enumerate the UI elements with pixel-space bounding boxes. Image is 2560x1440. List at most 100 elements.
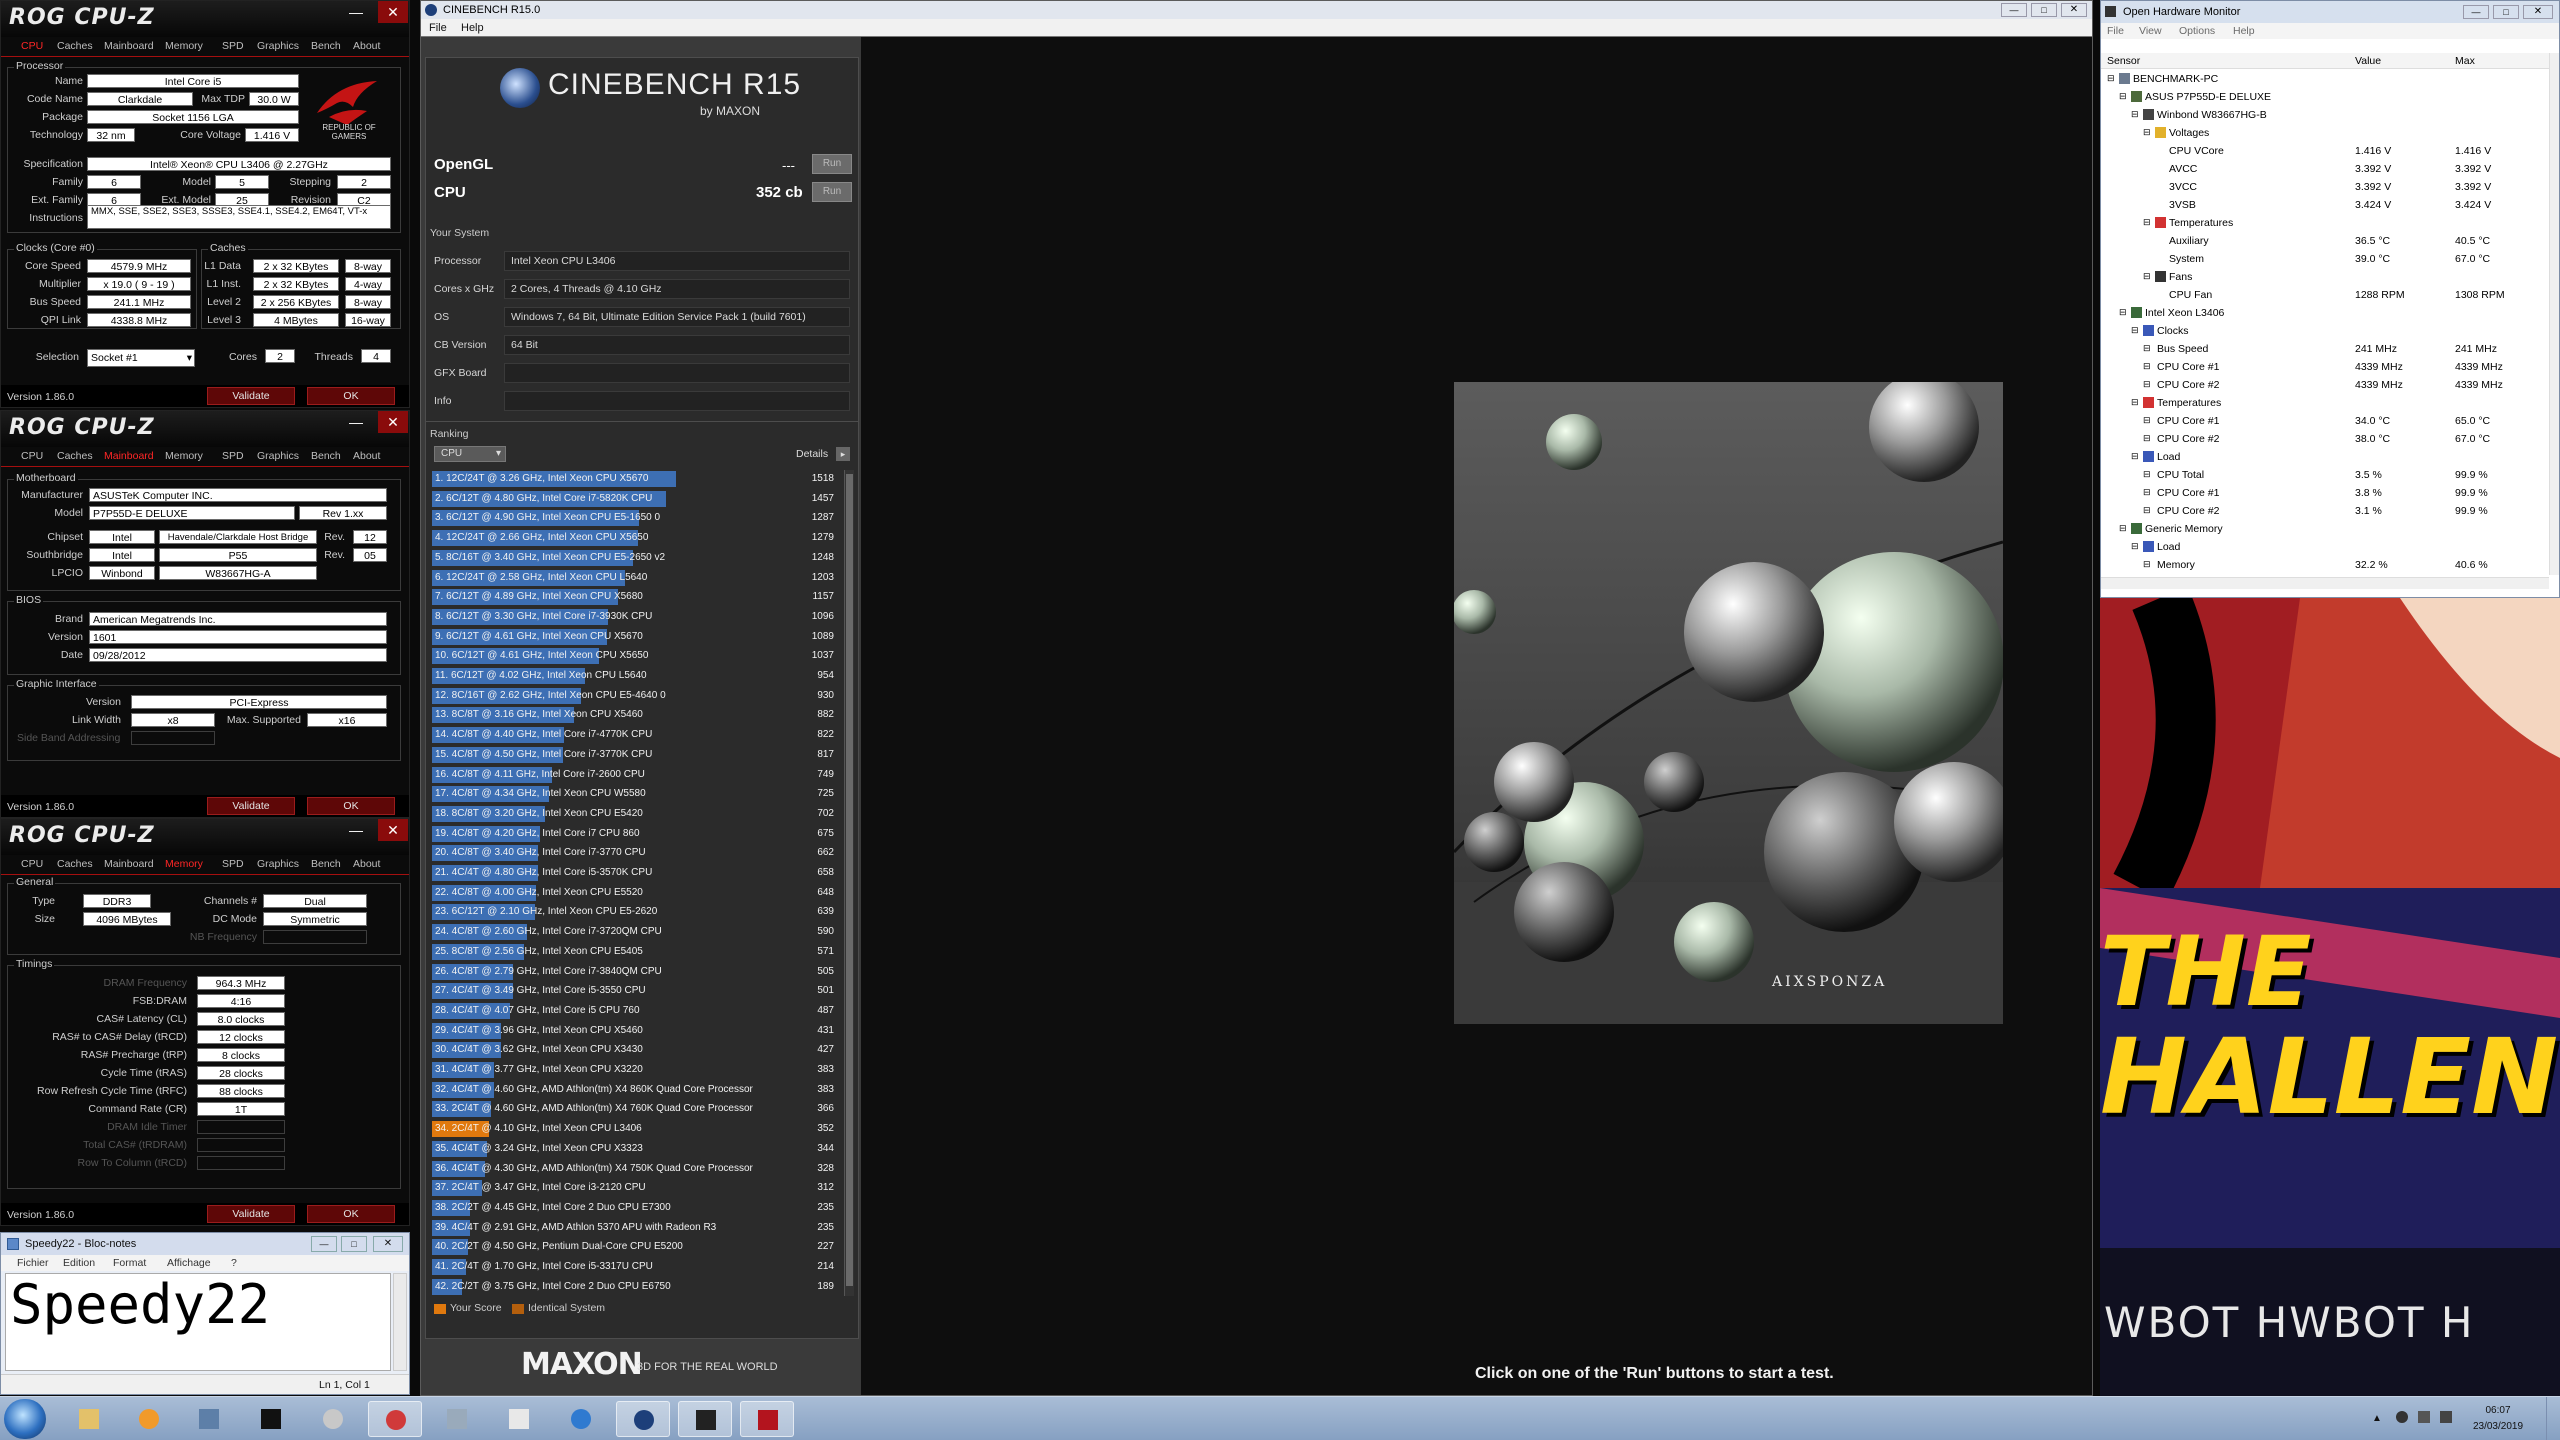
ranking-row[interactable]: 1. 12C/24T @ 3.26 GHz, Intel Xeon CPU X5… [432,470,838,488]
notepad-titlebar[interactable]: Speedy22 - Bloc-notes — □ ✕ [1,1233,409,1255]
ranking-row[interactable]: 12. 8C/16T @ 2.62 GHz, Intel Xeon CPU E5… [432,687,838,705]
collapse-toggle-icon[interactable]: ⊟ [2143,487,2151,498]
tab-mainboard[interactable]: Mainboard [104,858,154,870]
collapse-toggle-icon[interactable]: ⊟ [2143,433,2151,444]
tab-graphics[interactable]: Graphics [257,450,299,462]
tray-network-icon[interactable] [2396,1411,2408,1423]
taskbar-cpuz[interactable] [740,1401,794,1437]
collapse-toggle-icon[interactable]: ⊟ [2131,325,2139,336]
validate-button[interactable]: Validate [207,387,295,405]
sensor-row[interactable]: ⊟ CPU Core #2 38.0 °C 67.0 °C [2101,431,2539,449]
taskbar-app6[interactable] [368,1401,422,1437]
taskbar-explorer[interactable] [62,1401,116,1437]
ranking-row[interactable]: 4. 12C/24T @ 2.66 GHz, Intel Xeon CPU X5… [432,529,838,547]
collapse-toggle-icon[interactable]: ⊟ [2143,379,2151,390]
ranking-row[interactable]: 15. 4C/8T @ 4.50 GHz, Intel Core i7-3770… [432,746,838,764]
taskbar-app5[interactable] [306,1401,360,1437]
tray-volume-icon[interactable] [2418,1411,2430,1423]
collapse-toggle-icon[interactable]: ⊟ [2119,307,2127,318]
sensor-row[interactable]: ⊟ CPU Core #1 34.0 °C 65.0 °C [2101,413,2539,431]
ranking-row[interactable]: 6. 12C/24T @ 2.58 GHz, Intel Xeon CPU L5… [432,569,838,587]
sensor-row[interactable]: System 39.0 °C 67.0 °C [2101,251,2539,269]
minimize-button[interactable]: — [311,1236,337,1252]
close-button[interactable]: ✕ [378,1,408,23]
collapse-toggle-icon[interactable]: ⊟ [2143,343,2151,354]
sensor-row[interactable]: ⊟ Fans [2101,269,2539,287]
sensor-row[interactable]: 3VSB 3.424 V 3.424 V [2101,197,2539,215]
menu-file[interactable]: File [2107,25,2124,37]
validate-button[interactable]: Validate [207,797,295,815]
tab-about[interactable]: About [353,450,380,462]
menu-options[interactable]: Options [2179,25,2215,37]
sensor-row[interactable]: ⊟ Memory 32.2 % 40.6 % [2101,557,2539,571]
sensor-row[interactable]: ⊟ CPU Core #2 4339 MHz 4339 MHz [2101,377,2539,395]
ranking-scrollbar[interactable] [844,470,854,1296]
ranking-row[interactable]: 11. 6C/12T @ 4.02 GHz, Intel Xeon CPU L5… [432,667,838,685]
sensor-row[interactable]: ⊟ Voltages [2101,125,2539,143]
clock-date[interactable]: 23/03/2019 [2468,1421,2528,1432]
sensor-row[interactable]: ⊟ Intel Xeon L3406 [2101,305,2539,323]
minimize-button[interactable]: — [2463,5,2489,19]
maximize-button[interactable]: □ [2493,5,2519,19]
tab-cpu[interactable]: CPU [21,40,43,52]
collapse-toggle-icon[interactable]: ⊟ [2143,361,2151,372]
ranking-row[interactable]: 8. 6C/12T @ 3.30 GHz, Intel Core i7-3930… [432,608,838,626]
opengl-run-button[interactable]: Run [812,154,852,174]
ranking-row[interactable]: 34. 2C/4T @ 4.10 GHz, Intel Xeon CPU L34… [432,1120,838,1138]
tab-caches[interactable]: Caches [57,40,93,52]
ranking-row[interactable]: 17. 4C/8T @ 4.34 GHz, Intel Xeon CPU W55… [432,785,838,803]
collapse-toggle-icon[interactable]: ⊟ [2143,271,2151,282]
ranking-row[interactable]: 26. 4C/8T @ 2.79 GHz, Intel Core i7-3840… [432,963,838,981]
sensor-row[interactable]: ⊟ Bus Speed 241 MHz 241 MHz [2101,341,2539,359]
ohm-titlebar[interactable]: Open Hardware Monitor — □ ✕ [2101,1,2559,23]
menu-format[interactable]: Format [113,1257,146,1269]
tab-bench[interactable]: Bench [311,858,341,870]
tab-caches[interactable]: Caches [57,450,93,462]
collapse-toggle-icon[interactable]: ⊟ [2131,397,2139,408]
sensor-row[interactable]: Auxiliary 36.5 °C 40.5 °C [2101,233,2539,251]
taskbar-cinebench[interactable] [616,1401,670,1437]
tab-mainboard[interactable]: Mainboard [104,40,154,52]
collapse-toggle-icon[interactable]: ⊟ [2143,415,2151,426]
notepad-scrollbar[interactable] [393,1273,407,1371]
ranking-type-dropdown[interactable]: CPU ▾ [434,446,506,462]
maximize-button[interactable]: □ [341,1236,367,1252]
sensor-row[interactable]: ⊟ CPU Core #2 3.1 % 99.9 % [2101,503,2539,521]
sensor-row[interactable]: ⊟ Load [2101,539,2539,557]
sensor-row[interactable]: CPU Fan 1288 RPM 1308 RPM [2101,287,2539,305]
taskbar-cmd[interactable] [244,1401,298,1437]
notepad-textarea[interactable]: Speedy22 [5,1273,391,1371]
ok-button[interactable]: OK [307,1205,395,1223]
minimize-button[interactable]: — [341,411,371,433]
tab-graphics[interactable]: Graphics [257,40,299,52]
system-value[interactable] [504,363,850,383]
ranking-row[interactable]: 36. 4C/4T @ 4.30 GHz, AMD Athlon(tm) X4 … [432,1160,838,1178]
col-value[interactable]: Value [2355,55,2381,67]
close-button[interactable]: ✕ [373,1236,403,1252]
ranking-row[interactable]: 3. 6C/12T @ 4.90 GHz, Intel Xeon CPU E5-… [432,509,838,527]
ranking-row[interactable]: 5. 8C/16T @ 3.40 GHz, Intel Xeon CPU E5-… [432,549,838,567]
menu-view[interactable]: View [2139,25,2162,37]
tab-about[interactable]: About [353,858,380,870]
ranking-row[interactable]: 13. 8C/8T @ 3.16 GHz, Intel Xeon CPU X54… [432,706,838,724]
sensor-row[interactable]: ⊟ BENCHMARK-PC [2101,71,2539,89]
sensor-row[interactable]: ⊟ Generic Memory [2101,521,2539,539]
taskbar-app3[interactable] [182,1401,236,1437]
details-arrow-icon[interactable]: ▸ [836,447,850,461]
minimize-button[interactable]: — [341,819,371,841]
sensor-row[interactable]: ⊟ Load [2101,449,2539,467]
tab-memory[interactable]: Memory [165,450,203,462]
ranking-row[interactable]: 10. 6C/12T @ 4.61 GHz, Intel Xeon CPU X5… [432,647,838,665]
close-button[interactable]: ✕ [378,411,408,433]
scrollbar-thumb[interactable] [846,474,853,1286]
menu-file[interactable]: File [429,22,447,34]
ranking-row[interactable]: 14. 4C/8T @ 4.40 GHz, Intel Core i7-4770… [432,726,838,744]
taskbar-app8[interactable] [492,1401,546,1437]
tray-chevron-icon[interactable]: ▲ [2372,1413,2382,1424]
start-button[interactable] [4,1399,46,1439]
sensor-row[interactable]: ⊟ Winbond W83667HG-B [2101,107,2539,125]
ranking-row[interactable]: 25. 8C/8T @ 2.56 GHz, Intel Xeon CPU E54… [432,943,838,961]
ranking-row[interactable]: 32. 4C/4T @ 4.60 GHz, AMD Athlon(tm) X4 … [432,1081,838,1099]
collapse-toggle-icon[interactable]: ⊟ [2143,469,2151,480]
col-max[interactable]: Max [2455,55,2475,67]
